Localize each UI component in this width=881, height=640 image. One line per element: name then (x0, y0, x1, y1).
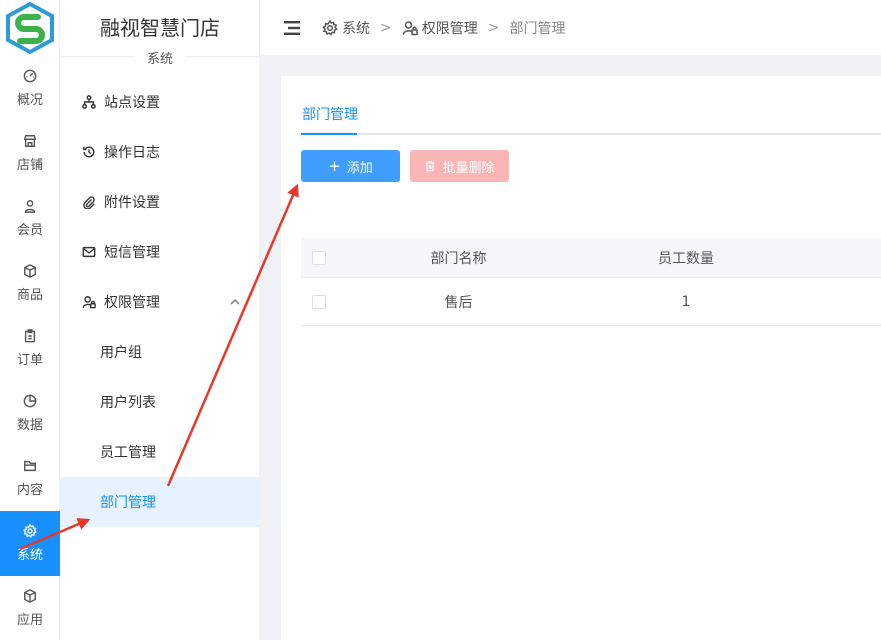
tab-active-indicator (301, 133, 357, 135)
menu-operation-log-label: 操作日志 (104, 145, 160, 161)
column-header-name: 部门名称 (430, 250, 487, 267)
clipboard-icon (24, 329, 36, 343)
brand-title: 融视智慧门店 (100, 16, 220, 40)
breadcrumb-separator: > (380, 19, 392, 36)
menu-site-settings[interactable]: 站点设置 (60, 77, 260, 127)
breadcrumb-permission-label: 权限管理 (421, 20, 478, 37)
menu-sms-management-label: 短信管理 (104, 245, 160, 261)
nav-system-label: 系统 (16, 548, 43, 563)
cube-icon (24, 589, 36, 603)
add-button[interactable]: + 添加 (301, 150, 400, 182)
menu-operation-log[interactable]: 操作日志 (60, 127, 260, 177)
submenu-department-management[interactable]: 部门管理 (60, 477, 260, 527)
nav-member[interactable]: 会员 (0, 186, 60, 251)
nav-data-label: 数据 (16, 418, 43, 433)
gear-icon (23, 524, 37, 538)
nav-order[interactable]: 订单 (0, 316, 60, 381)
table-header: 部门名称 员工数量 (301, 238, 881, 278)
submenu-user-list[interactable]: 用户列表 (60, 377, 260, 427)
box-icon (24, 264, 36, 278)
pie-chart-icon (23, 394, 37, 408)
nav-goods[interactable]: 商品 (0, 251, 60, 316)
cell-department-name: 售后 (444, 294, 473, 311)
chevron-up-icon[interactable] (230, 297, 240, 307)
user-lock-icon (82, 296, 96, 309)
department-table: 部门名称 员工数量 售后 1 (301, 238, 881, 326)
dashboard-icon (23, 69, 37, 83)
mail-icon (82, 246, 96, 258)
menu-permission-management-label: 权限管理 (104, 295, 160, 311)
sidebar-section-label: 系统 (135, 48, 185, 67)
paperclip-icon (83, 196, 95, 209)
nav-app[interactable]: 应用 (0, 576, 60, 640)
select-all-checkbox[interactable] (311, 250, 326, 265)
history-icon (83, 146, 95, 158)
submenu-staff-management[interactable]: 员工管理 (60, 427, 260, 477)
sitemap-icon (82, 95, 96, 109)
breadcrumb-item-system[interactable]: 系统 (322, 18, 370, 38)
submenu-user-group[interactable]: 用户组 (60, 327, 260, 377)
cell-staff-count: 1 (681, 293, 691, 310)
user-icon (24, 200, 36, 213)
content-card: 部门管理 + 添加 批量删除 部门名称 员工数量 售后 1 (281, 76, 881, 640)
plus-icon: + (328, 157, 341, 175)
top-header: 系统 > 权限管理 > 部门管理 (260, 0, 881, 56)
add-button-label: 添加 (346, 160, 373, 176)
nav-overview[interactable]: 概况 (0, 56, 60, 121)
row-checkbox[interactable] (311, 294, 326, 309)
batch-delete-button-label: 批量删除 (442, 160, 495, 176)
menu-sms-management[interactable]: 短信管理 (60, 227, 260, 277)
gear-icon (322, 19, 338, 36)
nav-shop-label: 店铺 (16, 158, 43, 173)
nav-overview-label: 概况 (16, 93, 43, 108)
breadcrumb-separator: > (487, 19, 500, 36)
menu-attachment-settings[interactable]: 附件设置 (60, 177, 260, 227)
column-header-count: 员工数量 (658, 250, 714, 267)
main-nav-rail: 概况 店铺 会员 商品 订单 数据 内容 系统 应用 (0, 0, 60, 640)
breadcrumb-item-permission[interactable]: 权限管理 (402, 18, 478, 38)
nav-system[interactable]: 系统 (0, 511, 60, 576)
batch-delete-button[interactable]: 批量删除 (410, 150, 509, 182)
shop-icon (23, 135, 37, 147)
menu-attachment-settings-label: 附件设置 (104, 195, 160, 211)
nav-goods-label: 商品 (16, 288, 43, 303)
nav-app-label: 应用 (16, 613, 43, 628)
breadcrumb-system-label: 系统 (342, 20, 370, 37)
nav-order-label: 订单 (16, 353, 43, 368)
app-root: 概况 店铺 会员 商品 订单 数据 内容 系统 应用 融视智慧门店 系统 站点设… (0, 0, 881, 640)
tab-bar: 部门管理 (301, 104, 881, 135)
nav-content-label: 内容 (16, 483, 43, 498)
nav-content[interactable]: 内容 (0, 446, 60, 511)
trash-icon (426, 161, 435, 172)
nav-shop[interactable]: 店铺 (0, 121, 60, 186)
sub-sidebar: 融视智慧门店 系统 站点设置 操作日志 附件设置 短信管理 权限管理 用户组 用… (60, 0, 260, 640)
menu-toggle-icon[interactable] (284, 20, 300, 35)
user-lock-icon (402, 20, 418, 35)
table-row: 售后 1 (301, 278, 881, 326)
breadcrumb: 系统 > 权限管理 > 部门管理 (322, 18, 565, 38)
tab-department-management[interactable]: 部门管理 (301, 104, 359, 135)
app-logo (6, 2, 54, 54)
breadcrumb-item-department: 部门管理 (509, 20, 566, 37)
nav-member-label: 会员 (16, 223, 43, 238)
menu-permission-management[interactable]: 权限管理 (60, 277, 260, 327)
menu-site-settings-label: 站点设置 (104, 95, 160, 111)
nav-data[interactable]: 数据 (0, 381, 60, 446)
folder-icon (24, 460, 36, 472)
